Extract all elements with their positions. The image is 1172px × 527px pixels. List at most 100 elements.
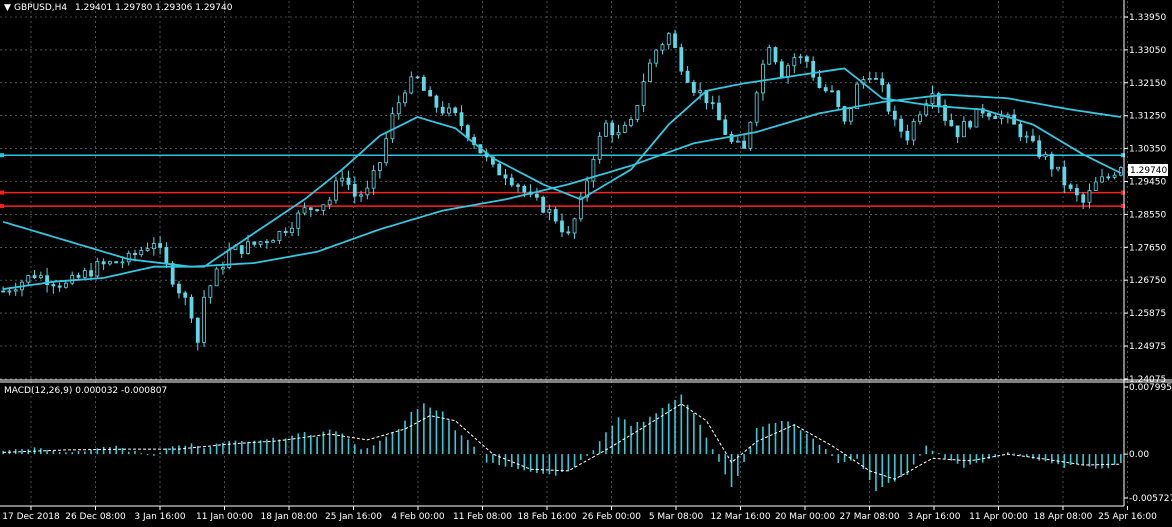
symbol-dropdown-icon[interactable]: ▼ [4, 3, 11, 13]
candle-body [208, 285, 213, 298]
candle-body [547, 209, 552, 213]
candle-body [447, 107, 451, 114]
candle-body [151, 243, 156, 250]
candle-body [214, 268, 219, 287]
candle-body [158, 243, 163, 248]
candle-body [679, 47, 684, 72]
candle-body [648, 62, 652, 83]
candle-body [434, 95, 439, 108]
candle-body [698, 90, 703, 93]
candle-body [38, 275, 43, 279]
candle-body [277, 231, 282, 242]
candle-body [283, 231, 288, 233]
candle-body [139, 250, 144, 256]
candle-body [516, 184, 520, 187]
macd-title: MACD(12,26,9) 0.000032 -0.000807 [4, 386, 167, 396]
candle-body [666, 33, 671, 46]
time-tick-label: 3 Jan 16:00 [134, 512, 186, 522]
candle-body [145, 248, 150, 251]
candle-body [327, 199, 332, 206]
candle-body [390, 113, 395, 140]
candle-body [560, 220, 564, 233]
price-tick-label: 1.26750 [1129, 276, 1166, 286]
candle-body [246, 241, 250, 254]
candle-body [7, 290, 12, 293]
candle-body [1037, 140, 1042, 158]
line-handle [0, 153, 4, 158]
price-tick-label: 1.27650 [1129, 243, 1166, 253]
candle-body [334, 180, 338, 201]
candle-body [1118, 167, 1123, 176]
candle-body [987, 112, 991, 117]
candle-body [440, 106, 445, 114]
candle-body [120, 261, 125, 264]
candle-body [453, 107, 458, 114]
candle-body [754, 92, 759, 123]
candle-body [497, 163, 502, 176]
candle-body [566, 231, 571, 234]
candle-body [202, 296, 206, 343]
candle-body [95, 261, 100, 277]
time-tick-label: 20 Mar 00:00 [775, 512, 835, 522]
time-tick-label: 26 Feb 00:00 [582, 512, 641, 522]
candle-body [57, 285, 62, 288]
candle-body [1018, 123, 1023, 138]
macd-tick-label: -0.005727 [1129, 494, 1172, 504]
candle-body [371, 170, 376, 189]
candle-body [830, 90, 834, 93]
candle-body [403, 92, 407, 104]
candle-body [817, 76, 822, 88]
candle-body [761, 63, 765, 94]
candle-body [76, 274, 81, 278]
time-tick-label: 11 Feb 08:00 [453, 512, 512, 522]
price-tick-label: 1.28550 [1129, 210, 1166, 220]
time-tick-label: 11 Apr 00:00 [969, 512, 1028, 522]
candle-body [239, 245, 244, 254]
candle-body [1062, 166, 1067, 186]
time-tick-label: 18 Feb 16:00 [517, 512, 576, 522]
candle-body [717, 102, 721, 121]
candle-body [189, 296, 194, 319]
time-tick-label: 17 Dec 2018 [2, 512, 60, 522]
candle-body [421, 76, 426, 91]
candle-body [82, 270, 87, 278]
candle-body [133, 252, 137, 256]
candle-body [811, 60, 816, 78]
candle-body [1106, 176, 1111, 179]
candle-body [899, 118, 903, 132]
candle-body [604, 122, 608, 137]
candle-body [465, 125, 470, 138]
candle-body [264, 241, 269, 244]
time-tick-label: 5 Mar 08:00 [649, 512, 704, 522]
candle-body [654, 49, 659, 64]
macd-tick-label: 0.007995 [1129, 383, 1172, 393]
candle-body [377, 162, 382, 171]
candle-body [955, 125, 960, 138]
candle-body [522, 186, 527, 193]
time-tick-label: 18 Apr 08:00 [1034, 512, 1093, 522]
candle-body [786, 65, 790, 78]
time-tick-label: 27 Mar 08:00 [839, 512, 899, 522]
candle-body [610, 122, 615, 136]
price-tick-label: 1.31250 [1129, 112, 1166, 122]
candle-body [1081, 194, 1086, 203]
candle-body [748, 121, 753, 149]
macd-tick-label: 0.00 [1129, 450, 1149, 460]
candle-body [509, 177, 514, 186]
candle-body [32, 275, 37, 279]
candle-body [673, 33, 677, 48]
candle-body [635, 105, 640, 120]
candle-body [1049, 153, 1054, 170]
candle-body [195, 317, 200, 343]
candle-body [880, 78, 885, 86]
line-handle [0, 190, 4, 195]
candle-body [503, 174, 508, 179]
candle-body [308, 207, 313, 211]
time-tick-label: 3 Apr 16:00 [908, 512, 961, 522]
candle-body [1024, 135, 1029, 138]
candle-body [396, 102, 401, 115]
candle-body [641, 81, 646, 106]
chart-ohlc: 1.29401 1.29780 1.29306 1.29740 [75, 3, 233, 13]
time-tick-label: 4 Feb 00:00 [391, 512, 445, 522]
candle-body [340, 177, 345, 182]
